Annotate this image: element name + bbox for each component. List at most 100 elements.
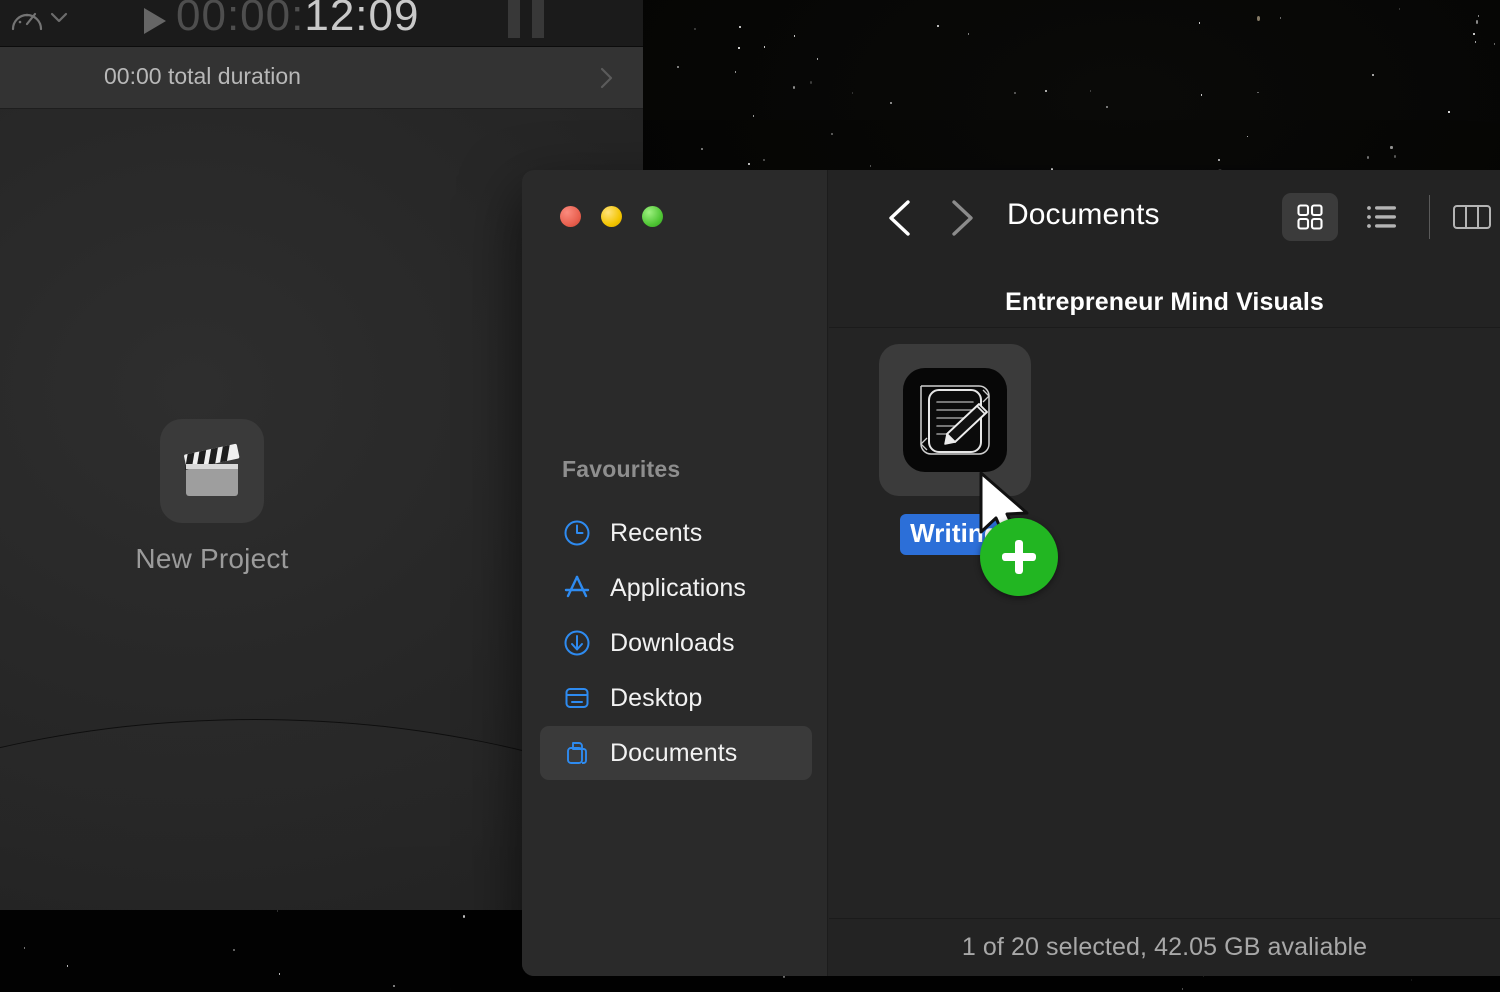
star-dot <box>792 86 795 90</box>
star-dot <box>1475 41 1477 44</box>
list-view-icon[interactable] <box>1354 193 1410 241</box>
maximize-button[interactable] <box>642 206 663 227</box>
sidebar-item-label: Documents <box>610 738 738 767</box>
sidebar-section-favourites: Favourites <box>562 456 681 482</box>
video-toolbar: 00:00:12:09 <box>0 0 643 47</box>
star-dot <box>763 45 766 48</box>
star-dot <box>1398 7 1400 10</box>
window-controls <box>560 206 663 227</box>
star-dot <box>276 909 279 912</box>
star-dot <box>1410 979 1413 982</box>
star-dot <box>462 914 465 918</box>
star-dot <box>1257 91 1259 94</box>
timecode-dim: 00:00: <box>176 0 305 40</box>
star-dot <box>1089 90 1091 93</box>
finder-sidebar: Favourites Recents Applications Download… <box>522 170 828 976</box>
documents-icon <box>562 738 592 768</box>
star-dot <box>1448 110 1450 113</box>
star-dot <box>1045 90 1047 93</box>
pause-icon[interactable] <box>508 0 556 43</box>
sidebar-item-applications[interactable]: Applications <box>540 561 812 615</box>
back-button[interactable] <box>884 196 918 245</box>
minimize-button[interactable] <box>601 206 622 227</box>
star-dot <box>748 163 750 166</box>
chevron-down-icon[interactable] <box>48 6 70 33</box>
star-dot <box>66 964 69 967</box>
sidebar-item-recents[interactable]: Recents <box>540 506 812 560</box>
star-dot <box>1473 32 1475 35</box>
star-dot <box>1181 988 1184 991</box>
star-dot <box>1367 155 1370 160</box>
new-project-label: New Project <box>135 543 289 574</box>
grid-view-icon[interactable] <box>1282 193 1338 241</box>
star-dot <box>937 25 939 28</box>
star-dot <box>1200 93 1202 96</box>
star-dot <box>1390 145 1393 150</box>
star-dot <box>694 28 696 30</box>
star-dot <box>1218 159 1220 161</box>
star-dot <box>1372 73 1374 76</box>
star-dot <box>23 946 26 949</box>
star-dot <box>233 949 235 951</box>
page-title: Documents <box>1007 198 1160 231</box>
subheader-label: Entrepreneur Mind Visuals <box>1005 287 1324 316</box>
finder-statusbar: 1 of 20 selected, 42.05 GB avaliable <box>829 918 1500 976</box>
duration-bar[interactable]: 00:00 total duration <box>0 47 643 109</box>
sidebar-item-label: Recents <box>610 518 703 547</box>
sidebar-item-label: Downloads <box>610 628 735 657</box>
star-dot <box>278 972 280 975</box>
sidebar-item-desktop[interactable]: Desktop <box>540 671 812 725</box>
appstore-icon <box>562 573 592 603</box>
star-dot <box>1477 15 1479 18</box>
clapperboard-icon <box>160 419 264 523</box>
total-duration-label: 00:00 total duration <box>104 63 301 89</box>
star-dot <box>968 32 970 35</box>
star-dot <box>851 91 853 94</box>
play-icon[interactable] <box>140 4 170 43</box>
new-project-item[interactable]: New Project <box>122 419 302 575</box>
sidebar-item-label: Applications <box>610 573 747 602</box>
toolbar-divider <box>1429 195 1430 239</box>
star-dot <box>752 114 755 117</box>
star-dot <box>1494 42 1496 45</box>
star-dot <box>393 985 395 988</box>
star-dot <box>1256 16 1261 22</box>
star-dot <box>816 58 819 61</box>
desktop-icon <box>562 683 592 713</box>
star-dot <box>1280 16 1282 19</box>
sidebar-item-downloads[interactable]: Downloads <box>540 616 812 670</box>
plus-badge-icon <box>980 518 1058 596</box>
clock-icon <box>562 518 592 548</box>
star-dot <box>1246 135 1248 138</box>
star-dot <box>739 26 741 29</box>
star-dot <box>738 46 740 49</box>
star-dot <box>810 80 813 85</box>
star-dot <box>735 70 737 73</box>
column-view-icon[interactable] <box>1444 193 1500 241</box>
star-dot <box>793 35 796 38</box>
sidebar-item-documents[interactable]: Documents <box>540 726 812 780</box>
star-dot <box>1199 22 1201 25</box>
file-grid: Writing <box>829 328 1500 918</box>
star-dot <box>763 158 765 161</box>
timecode-display: 00:00:12:09 <box>176 0 419 41</box>
star-dot <box>831 132 833 135</box>
close-button[interactable] <box>560 206 581 227</box>
star-dot <box>1475 20 1478 24</box>
sidebar-item-label: Desktop <box>610 683 703 712</box>
star-dot <box>870 164 872 167</box>
folder-subheader: Entrepreneur Mind Visuals <box>829 276 1500 328</box>
star-dot <box>701 148 703 151</box>
finder-main: Documents Entrepreneur Mind Visuals Writ… <box>829 170 1500 976</box>
forward-button[interactable] <box>944 196 978 245</box>
timecode-lit: 12:09 <box>304 0 420 40</box>
star-dot <box>1014 91 1016 94</box>
status-text: 1 of 20 selected, 42.05 GB avaliable <box>961 933 1368 961</box>
star-dot <box>1106 106 1108 109</box>
star-dot <box>890 102 892 105</box>
star-dot <box>1393 154 1397 159</box>
star-dot <box>677 66 679 69</box>
speedometer-icon[interactable] <box>8 2 46 45</box>
download-icon <box>562 628 592 658</box>
chevron-right-icon[interactable] <box>595 65 617 96</box>
